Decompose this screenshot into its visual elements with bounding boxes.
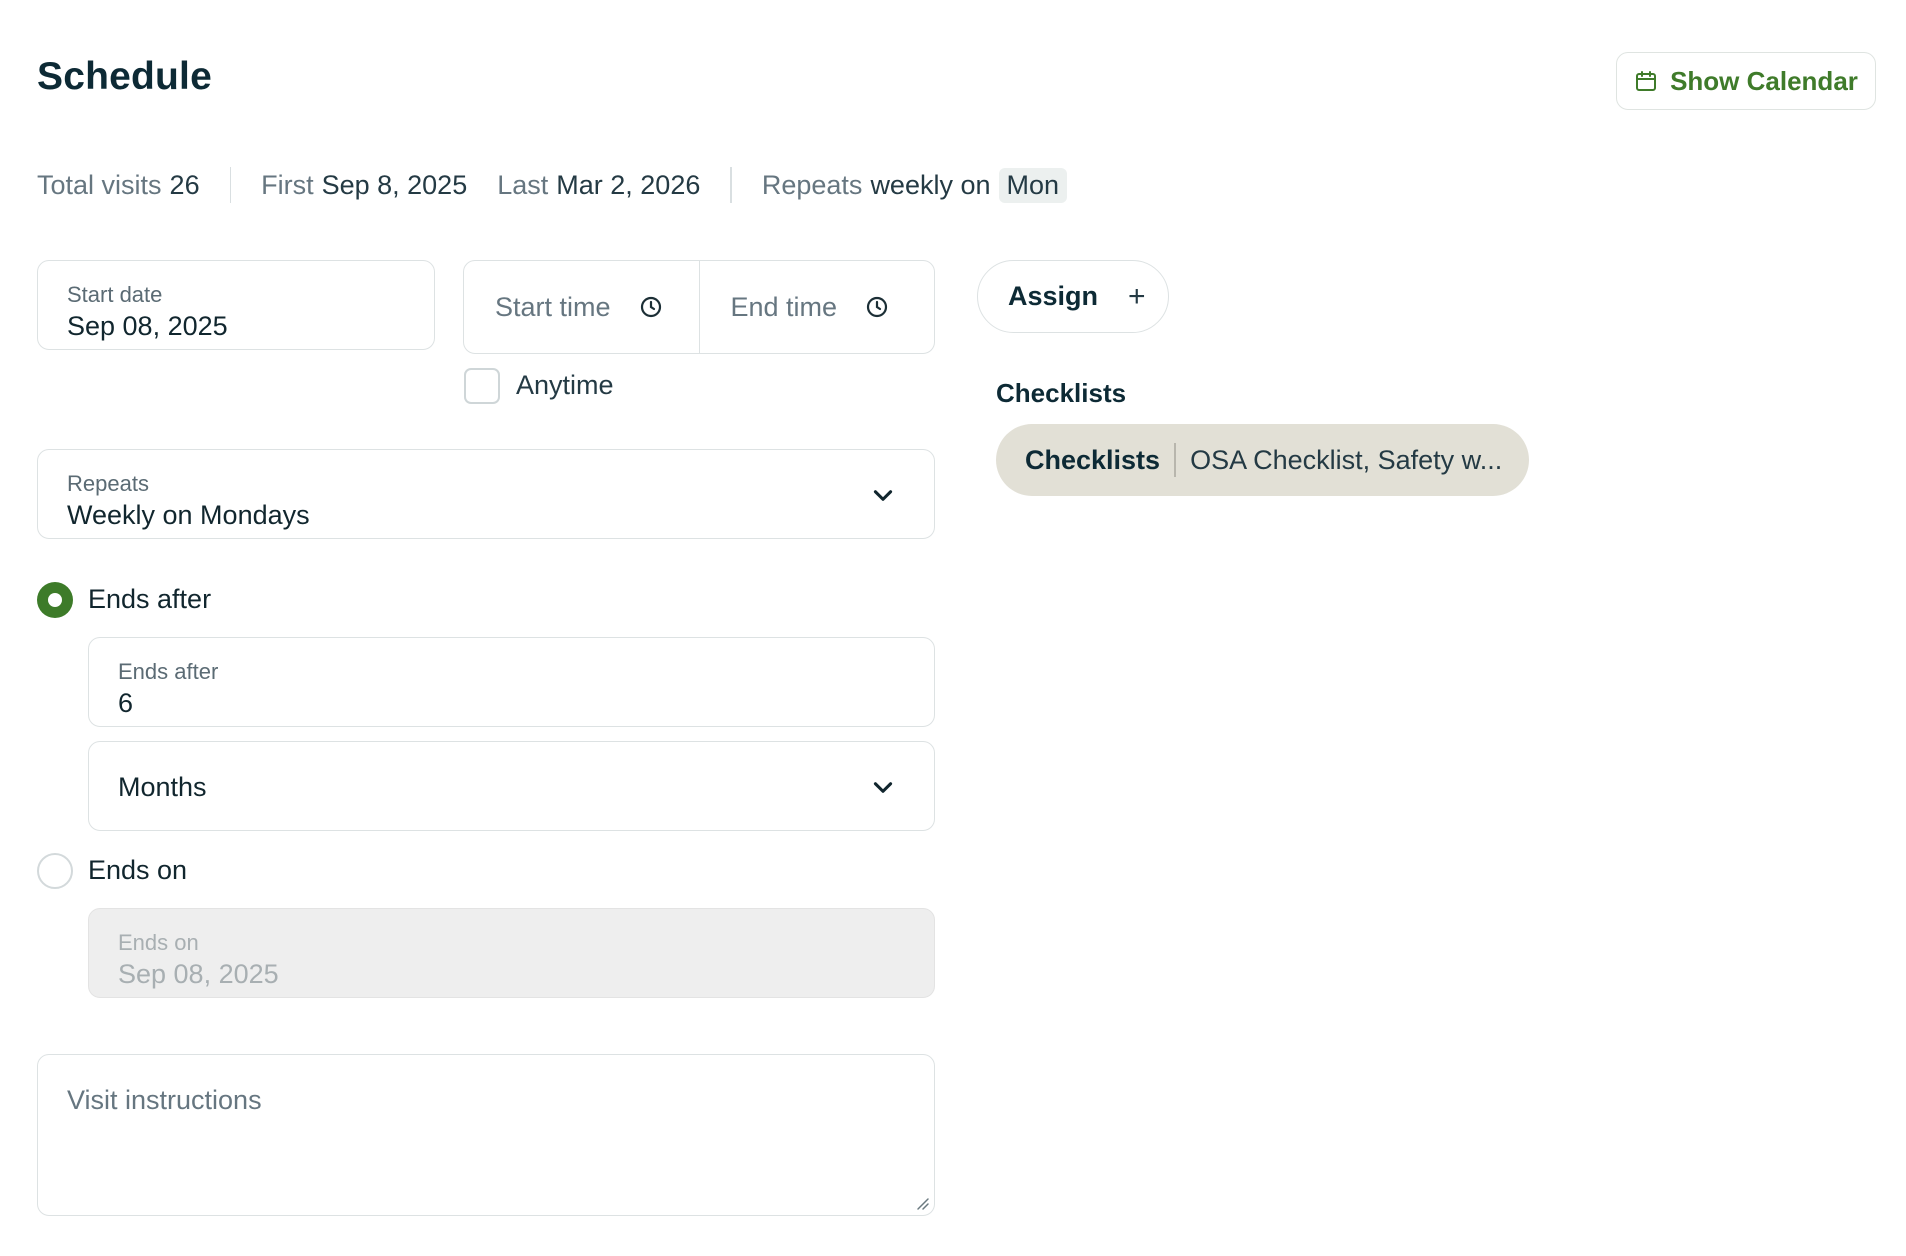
ends-after-unit-value: Months — [118, 772, 207, 802]
start-date-label: Start date — [67, 282, 163, 307]
end-time-placeholder: End time — [730, 291, 838, 322]
anytime-label: Anytime — [516, 370, 614, 400]
first-visit-label: First — [261, 169, 314, 200]
repeats-summary-value: weekly on — [870, 169, 991, 200]
ends-after-radio[interactable] — [37, 582, 73, 618]
end-time-field[interactable]: End time — [698, 261, 935, 353]
show-calendar-label: Show Calendar — [1670, 65, 1858, 96]
clock-icon — [640, 296, 661, 318]
visit-instructions-textarea[interactable]: Visit instructions — [37, 1054, 935, 1216]
repeats-select[interactable]: Repeats Weekly on Mondays — [37, 449, 935, 539]
ends-after-unit-select[interactable]: Months — [88, 741, 935, 831]
ends-on-radio-label: Ends on — [88, 855, 188, 885]
anytime-checkbox[interactable] — [464, 368, 500, 404]
resize-grip-icon[interactable] — [914, 1195, 930, 1211]
assign-button[interactable]: Assign + — [977, 260, 1169, 333]
show-calendar-button[interactable]: Show Calendar — [1616, 52, 1876, 110]
start-time-field[interactable]: Start time — [464, 261, 699, 353]
start-date-field[interactable]: Start date Sep 08, 2025 — [37, 260, 435, 350]
ends-on-date-field: Ends on Sep 08, 2025 — [88, 908, 935, 998]
first-visit-value: Sep 8, 2025 — [321, 169, 468, 200]
summary-divider — [730, 167, 732, 203]
ends-on-radio[interactable] — [37, 853, 73, 889]
assign-label: Assign — [1008, 281, 1099, 311]
plus-icon: + — [1128, 279, 1146, 313]
chip-divider — [1174, 443, 1177, 477]
checklists-chip-key: Checklists — [1025, 444, 1161, 475]
repeats-value: Weekly on Mondays — [67, 500, 310, 530]
total-visits-value: 26 — [169, 169, 200, 200]
page-title: Schedule — [37, 55, 212, 98]
visit-instructions-placeholder: Visit instructions — [67, 1085, 262, 1115]
last-visit-label: Last — [497, 169, 549, 200]
ends-on-date-label: Ends on — [118, 930, 199, 955]
total-visits-label: Total visits — [37, 169, 162, 200]
start-time-placeholder: Start time — [495, 291, 611, 322]
ends-after-count-field[interactable]: Ends after 6 — [88, 637, 935, 727]
ends-on-date-value: Sep 08, 2025 — [118, 959, 279, 989]
start-date-value: Sep 08, 2025 — [67, 311, 228, 341]
time-range-group: Start time End time — [463, 260, 935, 354]
repeats-label: Repeats — [67, 471, 149, 496]
last-visit-value: Mar 2, 2026 — [556, 169, 701, 200]
ends-after-count-label: Ends after — [118, 659, 219, 684]
summary-divider — [229, 167, 232, 203]
schedule-summary: Total visits 26 First Sep 8, 2025 Last M… — [37, 165, 1068, 205]
checklists-heading: Checklists — [996, 378, 1127, 408]
ends-after-count-value: 6 — [118, 688, 134, 718]
repeats-summary-label: Repeats — [761, 169, 863, 200]
checklists-chip-value: OSA Checklist, Safety w... — [1190, 444, 1503, 475]
ends-after-radio-label: Ends after — [88, 584, 212, 614]
clock-icon — [866, 296, 888, 318]
checklists-chip[interactable]: Checklists OSA Checklist, Safety w... — [996, 424, 1529, 496]
chevron-down-icon — [873, 782, 893, 793]
calendar-icon — [1636, 71, 1657, 91]
chevron-down-icon — [873, 490, 893, 501]
repeat-day-chip: Mon — [998, 167, 1068, 203]
